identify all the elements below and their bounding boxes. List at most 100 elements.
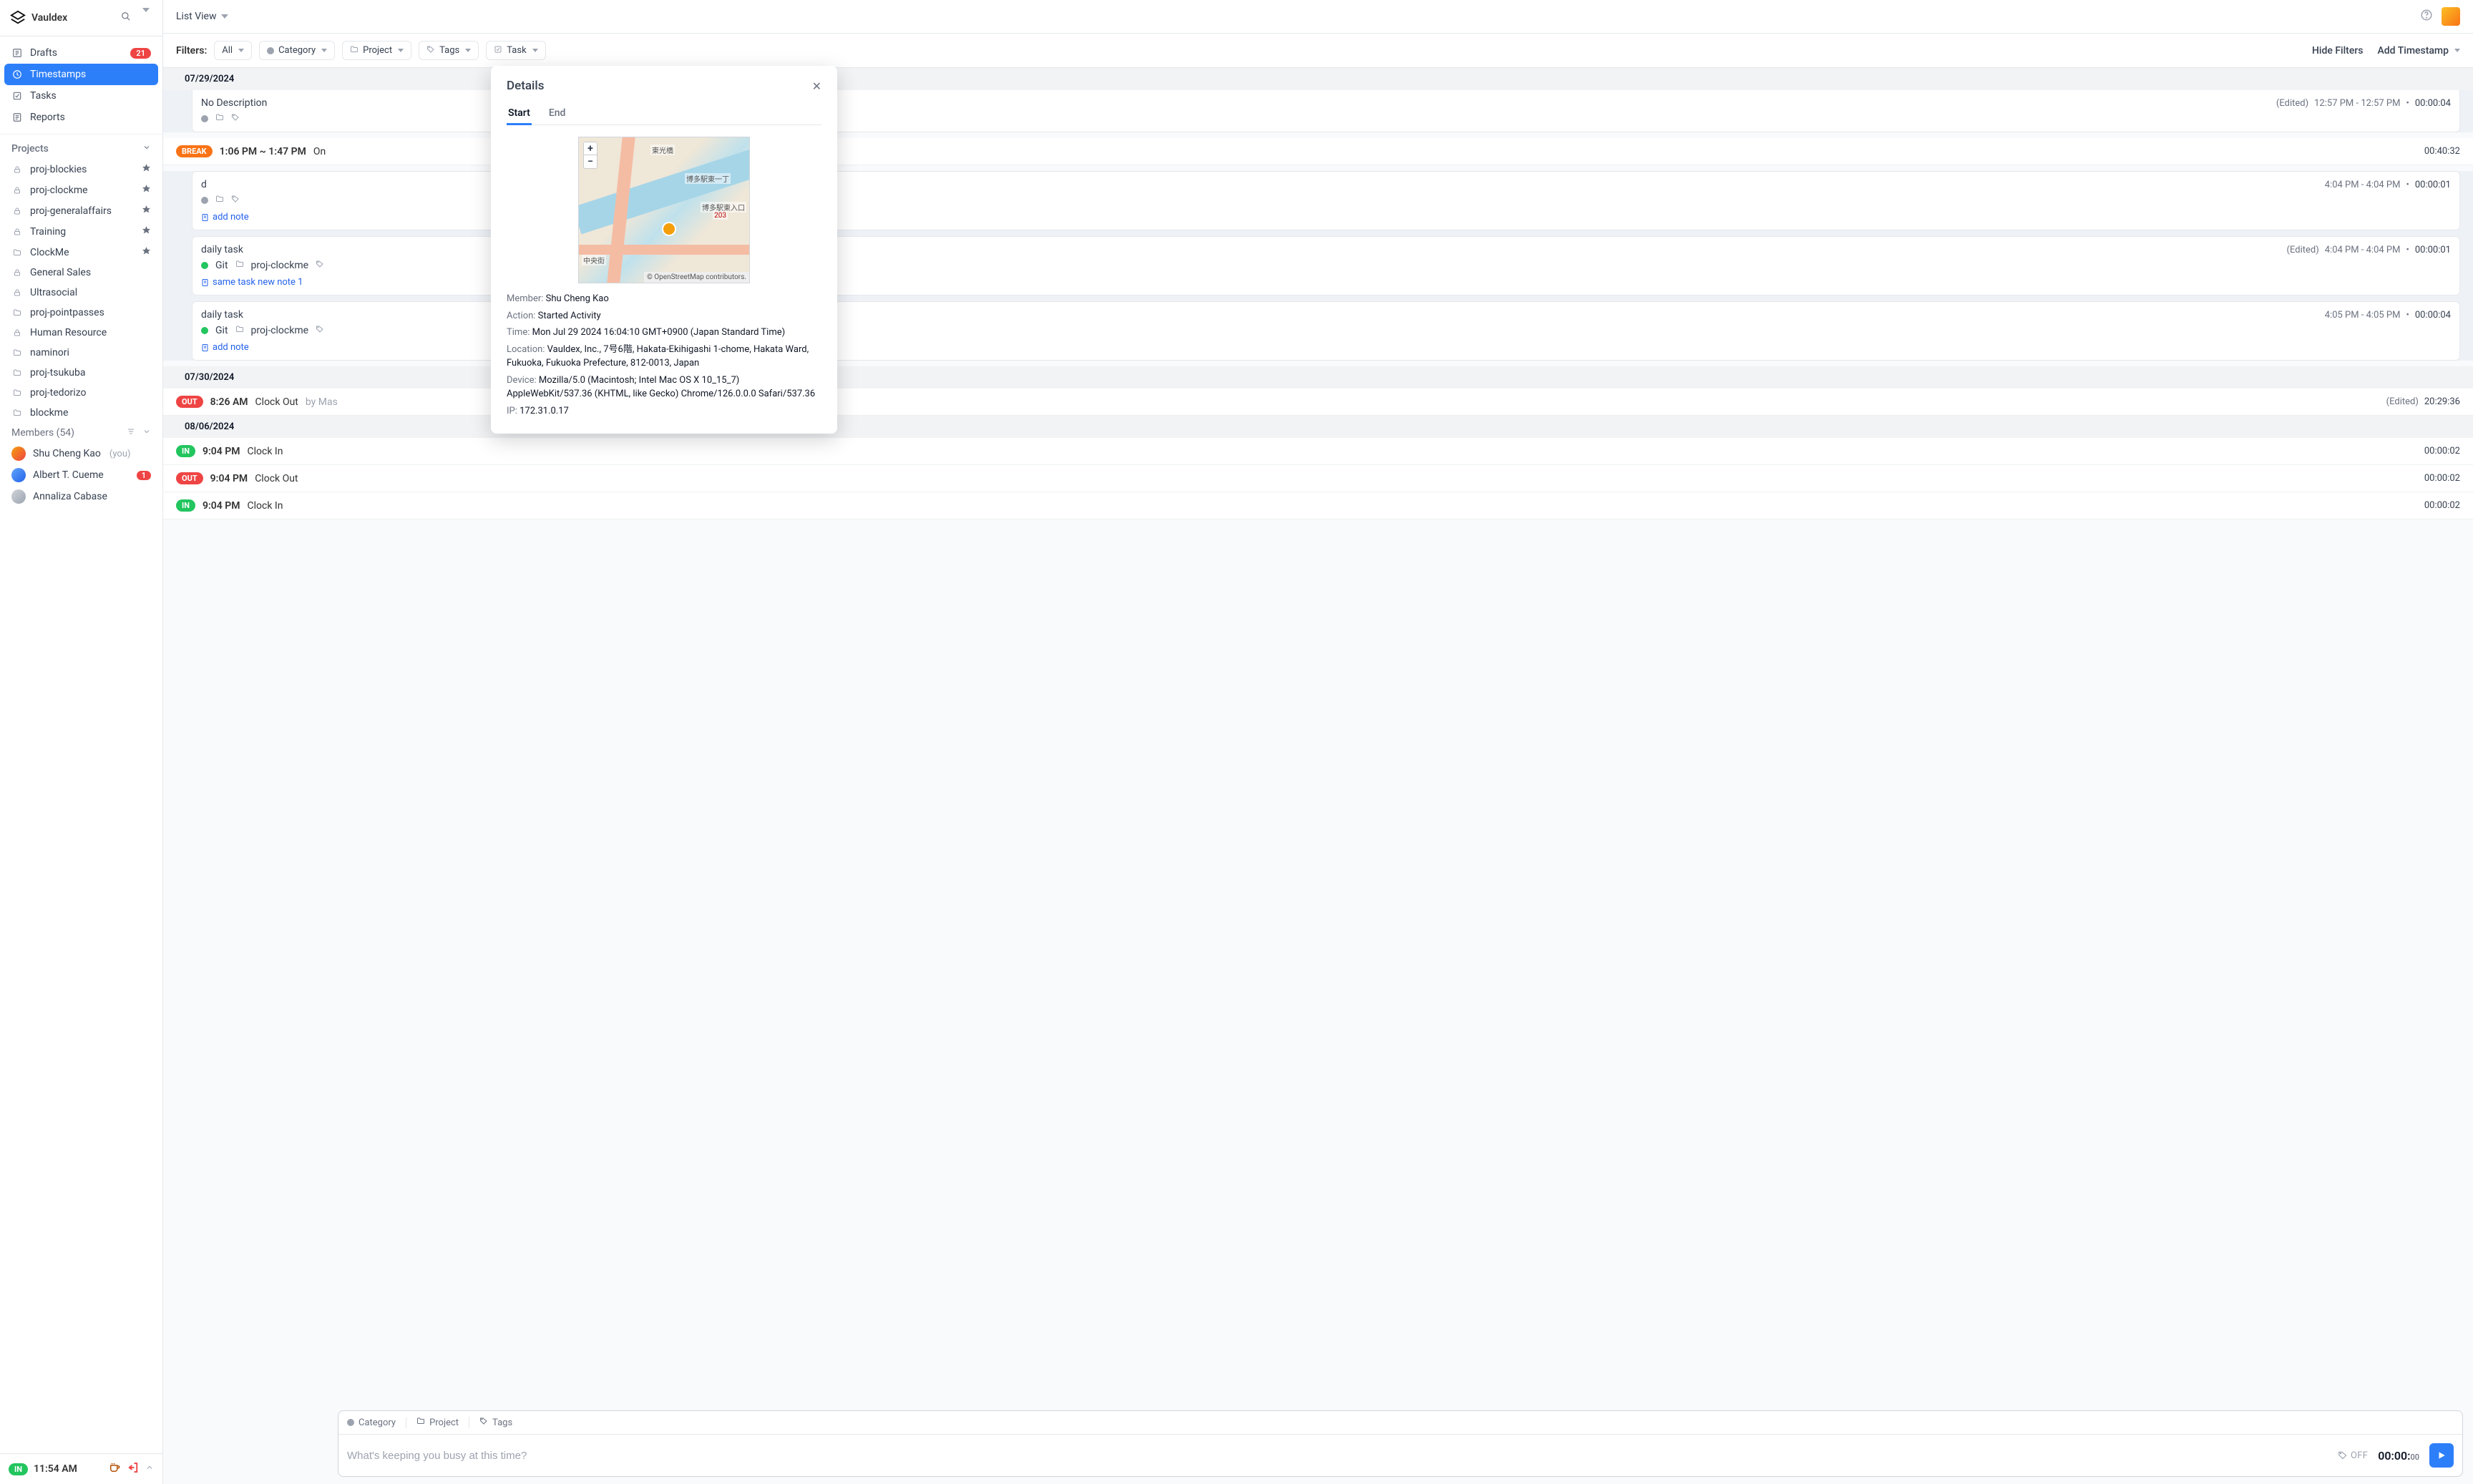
project-item[interactable]: ClockMe bbox=[4, 242, 158, 263]
folder-icon bbox=[11, 308, 23, 317]
map-marker-icon bbox=[662, 222, 676, 236]
project-item[interactable]: Ultrasocial bbox=[4, 283, 158, 303]
project-label: General Sales bbox=[30, 267, 91, 278]
lock-icon bbox=[11, 207, 23, 215]
zoom-out-button[interactable]: − bbox=[584, 155, 597, 168]
clock-row[interactable]: IN 9:04 PM Clock In 00:00:02 bbox=[163, 492, 2473, 519]
duration: 00:00:01 bbox=[2415, 245, 2451, 255]
members-header[interactable]: Members (54) bbox=[4, 423, 158, 443]
activity-input[interactable] bbox=[347, 1450, 2329, 1462]
project-item[interactable]: Human Resource bbox=[4, 323, 158, 343]
map-label: 203 bbox=[713, 212, 728, 220]
project-item[interactable]: proj-tedorizo bbox=[4, 383, 158, 403]
nav-drafts[interactable]: Drafts 21 bbox=[4, 42, 158, 64]
tab-start[interactable]: Start bbox=[507, 103, 532, 125]
star-icon[interactable] bbox=[142, 225, 151, 238]
zoom-in-button[interactable]: + bbox=[584, 142, 597, 155]
project-item[interactable]: proj-blockies bbox=[4, 159, 158, 180]
project-item[interactable]: proj-generalaffairs bbox=[4, 200, 158, 221]
member-item[interactable]: Annaliza Cabase bbox=[4, 486, 158, 507]
user-avatar[interactable] bbox=[2442, 7, 2460, 26]
lock-icon bbox=[11, 186, 23, 195]
clock-row[interactable]: OUT 9:04 PM Clock Out 00:00:02 bbox=[163, 465, 2473, 492]
nav-label: Drafts bbox=[30, 47, 57, 59]
help-icon[interactable] bbox=[2420, 9, 2433, 24]
card-title: daily task bbox=[201, 309, 243, 321]
filter-category[interactable]: Category bbox=[259, 41, 335, 60]
clock-out-icon[interactable] bbox=[127, 1461, 140, 1477]
duration: 00:00:04 bbox=[2415, 310, 2451, 321]
filter-project[interactable]: Project bbox=[342, 41, 411, 60]
project-item[interactable]: proj-pointpasses bbox=[4, 303, 158, 323]
row-title: Clock In bbox=[248, 500, 283, 512]
map-widget[interactable]: + − 東光橋 博多駅東一丁 博多駅東入口 203 中央街 © OpenStre… bbox=[578, 137, 750, 283]
member-item[interactable]: Shu Cheng Kao (you) bbox=[4, 443, 158, 464]
sidebar-header: Vauldex bbox=[0, 0, 162, 36]
card-title: d bbox=[201, 179, 207, 190]
row-title: Clock Out bbox=[255, 473, 298, 484]
primary-nav: Drafts 21 Timestamps Tasks Reports bbox=[0, 36, 162, 135]
start-timer-button[interactable] bbox=[2429, 1443, 2454, 1468]
nav-timestamps[interactable]: Timestamps bbox=[4, 64, 158, 85]
in-pill: IN bbox=[176, 499, 195, 512]
chevron-down-icon bbox=[398, 49, 404, 52]
duration: 00:00:04 bbox=[2415, 98, 2451, 109]
nav-reports[interactable]: Reports bbox=[4, 107, 158, 128]
you-label: (you) bbox=[109, 449, 131, 459]
project-label: proj-generalaffairs bbox=[30, 205, 112, 217]
filter-tags[interactable]: Tags bbox=[419, 41, 479, 60]
tag-icon bbox=[479, 1417, 488, 1428]
compose-project[interactable]: Project bbox=[416, 1417, 469, 1428]
nav-tasks[interactable]: Tasks bbox=[4, 85, 158, 107]
star-icon[interactable] bbox=[142, 205, 151, 217]
row-time: 9:04 PM bbox=[210, 473, 248, 484]
info-key: Member: bbox=[507, 293, 546, 304]
out-pill: OUT bbox=[176, 396, 203, 408]
projects-header[interactable]: Projects bbox=[4, 139, 158, 159]
close-icon[interactable]: ✕ bbox=[812, 79, 821, 93]
project-label: blockme bbox=[30, 407, 68, 419]
filter-bar: Filters: All Category Project Tags Task … bbox=[163, 34, 2473, 68]
chevron-up-icon[interactable] bbox=[145, 1463, 154, 1475]
row-time: 8:26 AM bbox=[210, 396, 248, 408]
sidebar-dropdown-icon[interactable] bbox=[140, 9, 152, 26]
project-item[interactable]: General Sales bbox=[4, 263, 158, 283]
section-title: Members (54) bbox=[11, 427, 74, 439]
project-item[interactable]: Training bbox=[4, 221, 158, 242]
chevron-down-icon[interactable] bbox=[142, 427, 151, 439]
break-icon[interactable] bbox=[108, 1461, 121, 1477]
info-value: Started Activity bbox=[538, 311, 601, 321]
details-modal: Details ✕ Start End + − 東光橋 博多駅東一丁 博多駅東入… bbox=[491, 66, 837, 434]
sidebar-footer: IN 11:54 AM bbox=[0, 1453, 162, 1484]
filter-task[interactable]: Task bbox=[486, 41, 545, 60]
view-selector[interactable]: List View bbox=[176, 11, 228, 22]
search-icon[interactable] bbox=[118, 9, 134, 27]
billable-toggle[interactable]: OFF bbox=[2338, 1450, 2368, 1461]
compose-tags[interactable]: Tags bbox=[479, 1417, 522, 1428]
add-timestamp-button[interactable]: Add Timestamp bbox=[2378, 45, 2461, 57]
clock-row[interactable]: IN 9:04 PM Clock In 00:00:02 bbox=[163, 438, 2473, 465]
folder-icon bbox=[11, 348, 23, 357]
project-item[interactable]: proj-tsukuba bbox=[4, 363, 158, 383]
avatar bbox=[11, 489, 26, 504]
project-item[interactable]: naminori bbox=[4, 343, 158, 363]
project-label: proj-clockme bbox=[251, 325, 309, 336]
project-label: Training bbox=[30, 226, 66, 238]
star-icon[interactable] bbox=[142, 184, 151, 196]
star-icon[interactable] bbox=[142, 246, 151, 258]
hide-filters-link[interactable]: Hide Filters bbox=[2312, 45, 2364, 57]
chevron-down-icon bbox=[532, 49, 538, 52]
member-item[interactable]: Albert T. Cueme1 bbox=[4, 464, 158, 486]
info-key: Action: bbox=[507, 311, 538, 321]
compose-category[interactable]: Category bbox=[347, 1417, 406, 1428]
project-item[interactable]: proj-clockme bbox=[4, 180, 158, 200]
project-item[interactable]: blockme bbox=[4, 403, 158, 423]
info-value: 172.31.0.17 bbox=[520, 406, 569, 416]
checklist-icon bbox=[11, 91, 23, 101]
filter-all[interactable]: All bbox=[214, 41, 252, 60]
member-name: Shu Cheng Kao bbox=[33, 448, 101, 459]
star-icon[interactable] bbox=[142, 163, 151, 175]
break-pill: BREAK bbox=[176, 145, 213, 157]
sort-icon[interactable] bbox=[127, 427, 135, 439]
tab-end[interactable]: End bbox=[547, 103, 567, 125]
